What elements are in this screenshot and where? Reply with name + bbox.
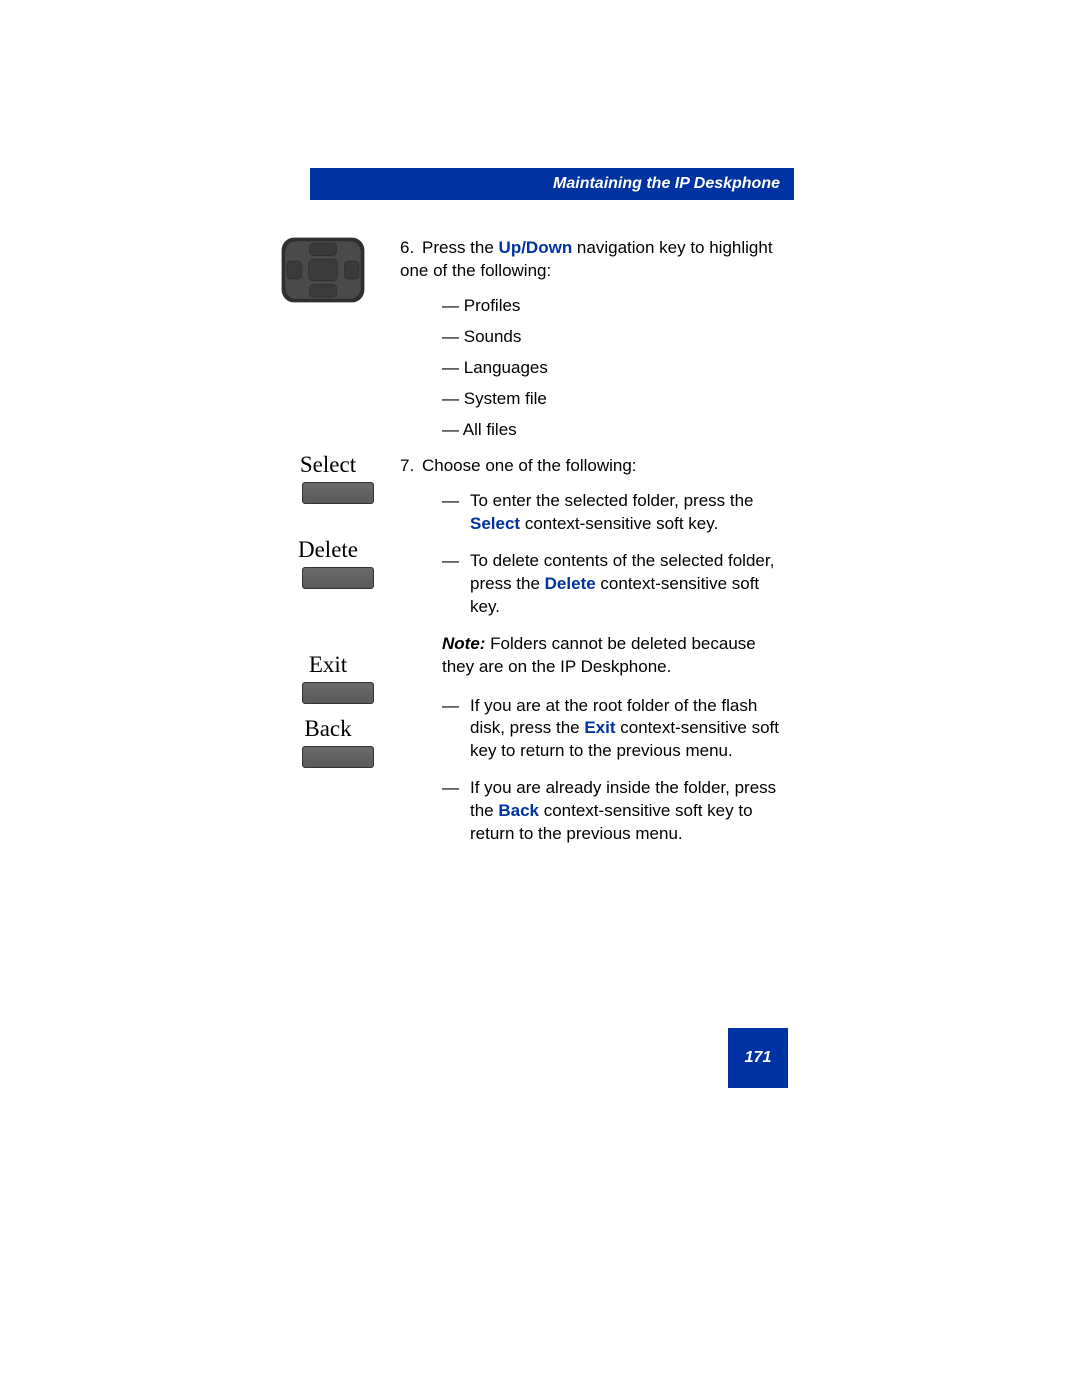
- step6-item-sounds: Sounds: [442, 326, 780, 349]
- softkey-exit-label: Exit: [283, 652, 373, 678]
- step-7-number: 7.: [400, 455, 422, 478]
- step-7-lead: 7.Choose one of the following:: [400, 455, 780, 478]
- softkey-select-group: Select: [283, 452, 393, 504]
- softkey-delete-group: Delete: [283, 537, 393, 589]
- delete-key-ref: Delete: [545, 574, 596, 593]
- step7-option-exit: — If you are at the root folder of the f…: [442, 695, 780, 764]
- softkey-delete-button[interactable]: [302, 567, 374, 589]
- back-key-ref: Back: [498, 801, 539, 820]
- step-7: 7.Choose one of the following: — To ente…: [400, 455, 780, 860]
- note-label: Note:: [442, 634, 485, 653]
- select-key-ref: Select: [470, 514, 520, 533]
- step-6-number: 6.: [400, 237, 422, 260]
- step6-item-languages: Languages: [442, 357, 780, 380]
- softkey-back-button[interactable]: [302, 746, 374, 768]
- softkey-delete-label: Delete: [283, 537, 373, 563]
- step6-item-all-files: All files: [442, 419, 780, 442]
- step7-note: Note: Folders cannot be deleted because …: [400, 633, 780, 679]
- step7-option-select: — To enter the selected folder, press th…: [442, 490, 780, 536]
- updown-key: Up/Down: [499, 238, 573, 257]
- softkey-back-group: Back: [283, 716, 393, 768]
- step6-item-profiles: Profiles: [442, 295, 780, 318]
- section-title: Maintaining the IP Deskphone: [553, 175, 780, 193]
- page-number: 171: [728, 1028, 788, 1088]
- step7-option-delete: — To delete contents of the selected fol…: [442, 550, 780, 619]
- softkey-exit-group: Exit: [283, 652, 393, 704]
- section-header: Maintaining the IP Deskphone: [310, 168, 794, 200]
- step6-item-system-file: System file: [442, 388, 780, 411]
- softkey-select-label: Select: [283, 452, 373, 478]
- nav-pad-icon: [278, 234, 368, 306]
- softkey-back-label: Back: [283, 716, 373, 742]
- step7-option-back: — If you are already inside the folder, …: [442, 777, 780, 846]
- step-6: 6.Press the Up/Down navigation key to hi…: [400, 237, 780, 442]
- softkey-select-button[interactable]: [302, 482, 374, 504]
- softkey-exit-button[interactable]: [302, 682, 374, 704]
- step-6-text: 6.Press the Up/Down navigation key to hi…: [400, 237, 780, 283]
- exit-key-ref: Exit: [584, 718, 615, 737]
